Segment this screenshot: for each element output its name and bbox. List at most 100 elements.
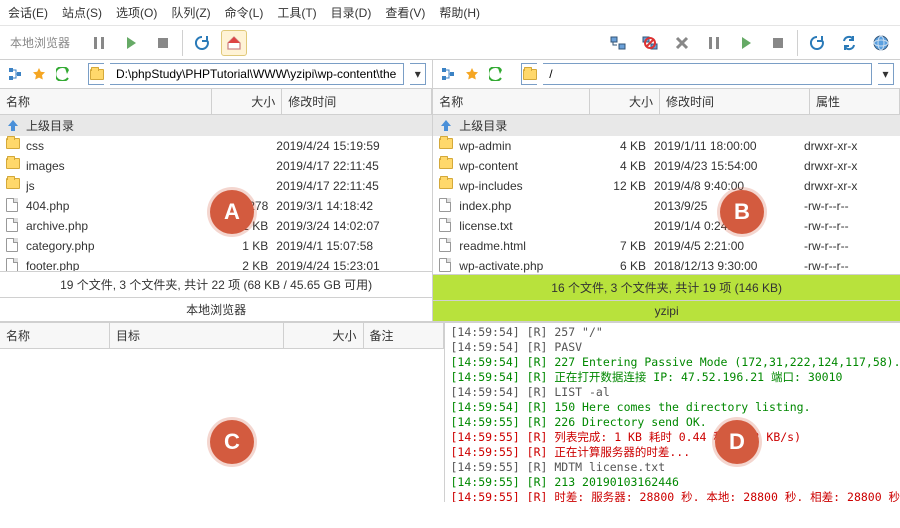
qcol-name[interactable]: 名称 bbox=[0, 323, 110, 348]
badge-d: D bbox=[715, 420, 759, 464]
menu-item[interactable]: 工具(T) bbox=[277, 4, 316, 21]
queue-pane: 名称 目标 大小 备注 bbox=[0, 323, 445, 502]
log-line: [14:59:55] [R] 213 20190103162446 bbox=[451, 475, 895, 490]
remote-pathbar: ▾ bbox=[433, 60, 900, 89]
file-icon bbox=[439, 258, 451, 272]
log-line: [14:59:54] [R] 227 Entering Passive Mode… bbox=[451, 355, 895, 370]
file-row[interactable]: category.php1 KB2019/4/1 15:07:58 bbox=[0, 236, 432, 256]
file-icon bbox=[439, 238, 451, 252]
file-row[interactable]: license.txt2019/1/4 0:24:00-rw-r--r-- bbox=[433, 216, 900, 236]
log-line: [14:59:55] [R] 226 Directory send OK. bbox=[451, 415, 895, 430]
folder-icon bbox=[6, 138, 20, 149]
menu-item[interactable]: 命令(L) bbox=[225, 4, 264, 21]
menu-item[interactable]: 目录(D) bbox=[331, 4, 372, 21]
file-icon bbox=[6, 258, 18, 271]
abort-icon[interactable] bbox=[669, 30, 695, 56]
log-line: [14:59:54] [R] PASV bbox=[451, 340, 895, 355]
back-icon[interactable] bbox=[487, 65, 505, 83]
path-dropdown[interactable]: ▾ bbox=[410, 63, 426, 85]
folder-icon bbox=[439, 178, 453, 189]
col-size[interactable]: 大小 bbox=[590, 89, 660, 114]
folder-icon bbox=[523, 69, 537, 80]
col-time[interactable]: 修改时间 bbox=[282, 89, 432, 114]
menu-item[interactable]: 队列(Z) bbox=[171, 4, 210, 21]
badge-c: C bbox=[210, 420, 254, 464]
up-arrow-icon bbox=[6, 118, 22, 134]
refresh2-icon[interactable] bbox=[804, 30, 830, 56]
col-name[interactable]: 名称 bbox=[0, 89, 212, 114]
star-icon[interactable] bbox=[463, 65, 481, 83]
file-row[interactable]: wp-content4 KB2019/4/23 15:54:00drwxr-xr… bbox=[433, 156, 900, 176]
local-browser-label: 本地浏览器 bbox=[0, 34, 80, 51]
tree-icon[interactable] bbox=[439, 65, 457, 83]
log-pane[interactable]: [14:59:54] [R] 257 "/"[14:59:54] [R] PAS… bbox=[445, 323, 900, 502]
qcol-size[interactable]: 大小 bbox=[284, 323, 364, 348]
refresh-icon[interactable] bbox=[189, 30, 215, 56]
updir-row[interactable]: 上级目录 bbox=[0, 115, 432, 136]
folder-icon bbox=[439, 158, 453, 169]
local-pane: ▾ 名称 大小 修改时间 上级目录css2019/4/24 15:19:59im… bbox=[0, 60, 433, 322]
remote-path-input[interactable] bbox=[543, 63, 872, 85]
path-dropdown[interactable]: ▾ bbox=[878, 63, 894, 85]
file-row[interactable]: readme.html7 KB2019/4/5 2:21:00-rw-r--r-… bbox=[433, 236, 900, 256]
file-icon bbox=[439, 198, 451, 212]
log-line: [14:59:54] [R] 150 Here comes the direct… bbox=[451, 400, 895, 415]
log-line: [14:59:55] [R] MDTM license.txt bbox=[451, 460, 895, 475]
updir-row[interactable]: 上级目录 bbox=[433, 115, 900, 136]
remote-tab[interactable]: yzipi bbox=[433, 300, 900, 322]
folder-icon bbox=[6, 158, 20, 169]
file-icon bbox=[6, 238, 18, 252]
pause2-icon[interactable] bbox=[701, 30, 727, 56]
menu-item[interactable]: 帮助(H) bbox=[439, 4, 480, 21]
sync-icon[interactable] bbox=[836, 30, 862, 56]
col-name[interactable]: 名称 bbox=[433, 89, 590, 114]
file-row[interactable]: wp-activate.php6 KB2018/12/13 9:30:00-rw… bbox=[433, 256, 900, 274]
stop-icon[interactable] bbox=[150, 30, 176, 56]
file-row[interactable]: js2019/4/17 22:11:45 bbox=[0, 176, 432, 196]
globe-icon[interactable] bbox=[868, 30, 894, 56]
local-file-list[interactable]: 上级目录css2019/4/24 15:19:59images2019/4/17… bbox=[0, 115, 432, 271]
file-row[interactable]: index.php2013/9/25-rw-r--r-- bbox=[433, 196, 900, 216]
qcol-remark[interactable]: 备注 bbox=[364, 323, 444, 348]
file-row[interactable]: images2019/4/17 22:11:45 bbox=[0, 156, 432, 176]
up-arrow-icon bbox=[439, 118, 455, 134]
local-path-input[interactable] bbox=[110, 63, 404, 85]
file-icon bbox=[439, 218, 451, 232]
log-line: [14:59:54] [R] LIST -al bbox=[451, 385, 895, 400]
remote-pane: ▾ 名称 大小 修改时间 属性 上级目录wp-admin4 KB2019/1/1… bbox=[433, 60, 900, 322]
qcol-target[interactable]: 目标 bbox=[110, 323, 284, 348]
pause-icon[interactable] bbox=[86, 30, 112, 56]
play-icon[interactable] bbox=[118, 30, 144, 56]
local-pathbar: ▾ bbox=[0, 60, 432, 89]
folder-icon bbox=[439, 138, 453, 149]
tree-icon[interactable] bbox=[6, 65, 24, 83]
menu-item[interactable]: 选项(O) bbox=[116, 4, 157, 21]
star-icon[interactable] bbox=[30, 65, 48, 83]
file-row[interactable]: footer.php2 KB2019/4/24 15:23:01 bbox=[0, 256, 432, 271]
home-icon[interactable] bbox=[221, 30, 247, 56]
disconnect-icon[interactable] bbox=[637, 30, 663, 56]
transfer-left-icon[interactable] bbox=[605, 30, 631, 56]
menu-item[interactable]: 会话(E) bbox=[8, 4, 48, 21]
local-columns: 名称 大小 修改时间 bbox=[0, 89, 432, 115]
col-time[interactable]: 修改时间 bbox=[660, 89, 810, 114]
col-size[interactable]: 大小 bbox=[212, 89, 282, 114]
file-icon bbox=[6, 218, 18, 232]
folder-icon bbox=[6, 178, 20, 189]
play2-icon[interactable] bbox=[733, 30, 759, 56]
log-line: [14:59:54] [R] 257 "/" bbox=[451, 325, 895, 340]
local-tab[interactable]: 本地浏览器 bbox=[0, 297, 432, 322]
log-line: [14:59:55] [R] 时差: 服务器: 28800 秒. 本地: 288… bbox=[451, 490, 895, 502]
file-row[interactable]: wp-includes12 KB2019/4/8 9:40:00drwxr-xr… bbox=[433, 176, 900, 196]
menu-item[interactable]: 查看(V) bbox=[385, 4, 425, 21]
remote-columns: 名称 大小 修改时间 属性 bbox=[433, 89, 900, 115]
main-toolbar: 本地浏览器 bbox=[0, 26, 900, 60]
remote-file-list[interactable]: 上级目录wp-admin4 KB2019/1/11 18:00:00drwxr-… bbox=[433, 115, 900, 274]
remote-status: 16 个文件, 3 个文件夹, 共计 19 项 (146 KB) bbox=[433, 274, 900, 300]
file-row[interactable]: wp-admin4 KB2019/1/11 18:00:00drwxr-xr-x bbox=[433, 136, 900, 156]
back-icon[interactable] bbox=[54, 65, 72, 83]
stop2-icon[interactable] bbox=[765, 30, 791, 56]
col-attr[interactable]: 属性 bbox=[810, 89, 900, 114]
file-row[interactable]: css2019/4/24 15:19:59 bbox=[0, 136, 432, 156]
menu-item[interactable]: 站点(S) bbox=[62, 4, 102, 21]
